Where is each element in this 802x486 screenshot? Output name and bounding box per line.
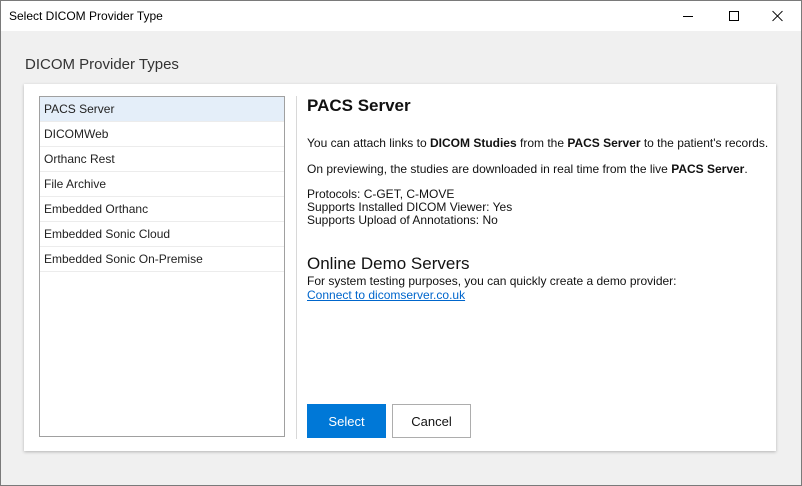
text-fragment: to the patient's records.	[640, 136, 769, 150]
list-item-orthanc-rest[interactable]: Orthanc Rest	[40, 147, 284, 172]
description-attach: You can attach links to DICOM Studies fr…	[307, 136, 768, 150]
demo-server-link[interactable]: Connect to dicomserver.co.uk	[307, 288, 465, 302]
text-fragment: .	[744, 162, 748, 176]
bold-pacs-server: PACS Server	[671, 162, 745, 176]
provider-detail: PACS Server You can attach links to DICO…	[307, 96, 768, 302]
detail-title: PACS Server	[307, 96, 411, 115]
text-fragment: You can attach links to	[307, 136, 430, 150]
supports-upload-text: Supports Upload of Annotations: No	[307, 213, 498, 227]
list-item-embedded-sonic-on-premise[interactable]: Embedded Sonic On-Premise	[40, 247, 284, 272]
description-preview: On previewing, the studies are downloade…	[307, 162, 748, 176]
maximize-button[interactable]	[711, 1, 757, 31]
panel-divider	[296, 96, 297, 439]
text-fragment: On previewing, the studies are downloade…	[307, 162, 672, 176]
list-item-pacs-server[interactable]: PACS Server	[40, 97, 284, 122]
list-item-dicomweb[interactable]: DICOMWeb	[40, 122, 284, 147]
provider-list[interactable]: PACS Server DICOMWeb Orthanc Rest File A…	[39, 96, 285, 437]
close-icon	[772, 10, 784, 22]
maximize-icon	[729, 11, 739, 21]
demo-text: For system testing purposes, you can qui…	[307, 274, 677, 288]
list-item-embedded-orthanc[interactable]: Embedded Orthanc	[40, 197, 284, 222]
dialog-window: Select DICOM Provider Type DICOM Provide…	[0, 0, 802, 486]
list-item-file-archive[interactable]: File Archive	[40, 172, 284, 197]
cancel-button[interactable]: Cancel	[392, 404, 471, 438]
list-item-embedded-sonic-cloud[interactable]: Embedded Sonic Cloud	[40, 222, 284, 247]
close-button[interactable]	[755, 1, 801, 31]
minimize-icon	[683, 15, 693, 17]
demo-heading: Online Demo Servers	[307, 254, 470, 273]
text-fragment: from the	[516, 136, 568, 150]
provider-panel: PACS Server DICOMWeb Orthanc Rest File A…	[24, 84, 776, 451]
select-button[interactable]: Select	[307, 404, 386, 438]
bold-pacs-server: PACS Server	[567, 136, 641, 150]
capabilities: Protocols: C-GET, C-MOVE Supports Instal…	[307, 188, 512, 227]
bold-dicom-studies: DICOM Studies	[429, 136, 517, 150]
page-heading: DICOM Provider Types	[25, 56, 179, 73]
window-title: Select DICOM Provider Type	[9, 9, 163, 23]
minimize-button[interactable]	[665, 1, 711, 31]
title-bar: Select DICOM Provider Type	[1, 1, 801, 31]
